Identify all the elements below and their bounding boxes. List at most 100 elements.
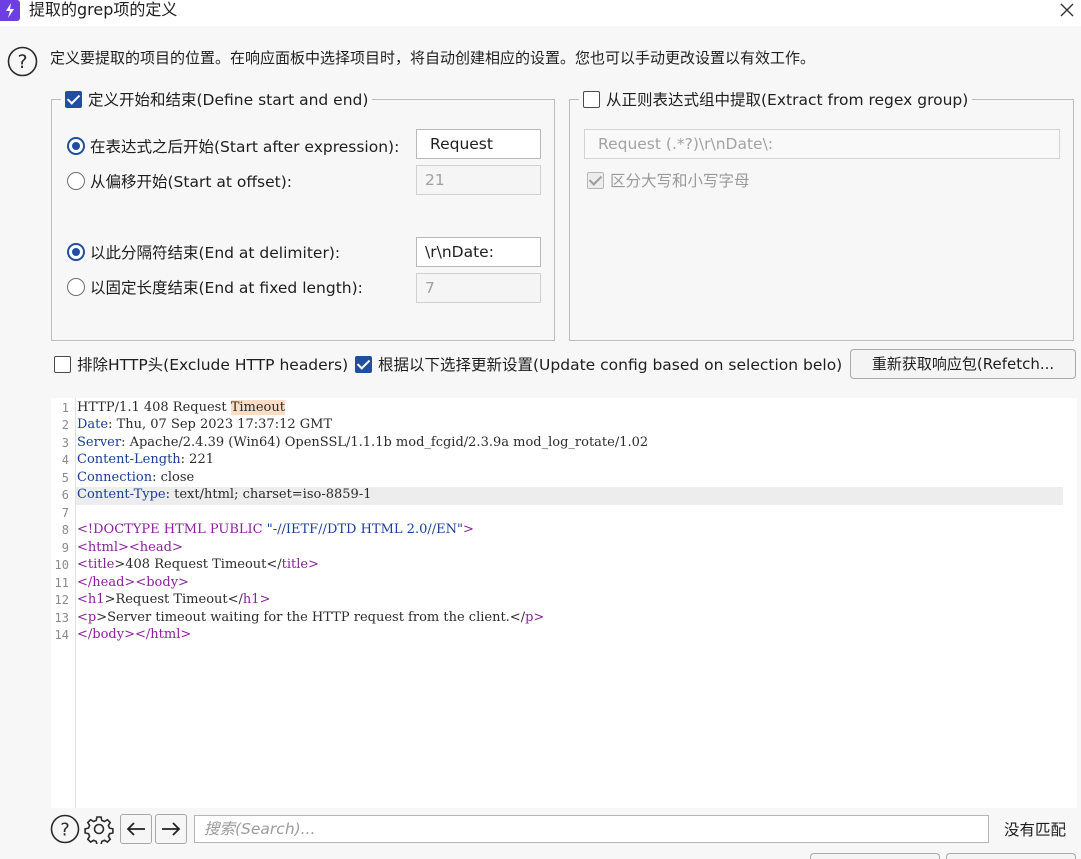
code-line: <html><head> bbox=[77, 540, 183, 555]
code-line: <h1>Request Timeout</h1> bbox=[77, 592, 270, 607]
cancel-button[interactable] bbox=[946, 853, 1076, 859]
line-number: 5 bbox=[61, 471, 69, 485]
window-title: 提取的grep项的定义 bbox=[29, 0, 178, 19]
close-icon[interactable] bbox=[1058, 1, 1076, 19]
header-value: : Apache/2.4.39 (Win64) OpenSSL/1.1.1b m… bbox=[121, 435, 649, 450]
start-after-expression-radio[interactable] bbox=[67, 137, 85, 155]
regex-group-toggle[interactable]: 从正则表达式组中提取(Extract from regex group) bbox=[579, 89, 973, 109]
regex-group-checkbox[interactable] bbox=[583, 90, 600, 108]
help-icon[interactable]: ? bbox=[50, 814, 80, 844]
help-icon[interactable]: ? bbox=[7, 46, 38, 77]
case-sensitive-checkbox[interactable] bbox=[587, 171, 604, 189]
code-line: <!DOCTYPE HTML PUBLIC "-//IETF//DTD HTML… bbox=[77, 522, 474, 537]
svg-text:?: ? bbox=[60, 820, 70, 841]
update-config-option[interactable]: 根据以下选择更新设置(Update config based on select… bbox=[355, 354, 842, 374]
end-delimiter-field[interactable]: \r\nDate: bbox=[416, 237, 541, 267]
update-config-label: 根据以下选择更新设置(Update config based on select… bbox=[378, 356, 843, 374]
code-line: Content-Type: text/html; charset=iso-885… bbox=[77, 487, 371, 502]
tag-name: h1 bbox=[242, 592, 260, 607]
code-line: </body></html> bbox=[77, 627, 191, 642]
next-match-button[interactable] bbox=[155, 814, 187, 844]
tag-name: h1 bbox=[87, 592, 105, 607]
tag-name: title bbox=[87, 557, 115, 572]
end-at-delimiter-label: 以此分隔符结束(End at delimiter): bbox=[90, 244, 341, 262]
tag-bracket: < bbox=[77, 540, 88, 555]
line-number: 6 bbox=[61, 488, 69, 502]
exclude-headers-option[interactable]: 排除HTTP头(Exclude HTTP headers) bbox=[54, 354, 348, 374]
doctype-tag: > bbox=[462, 522, 474, 537]
start-expression-field[interactable]: Request bbox=[416, 129, 541, 159]
tag-name: title bbox=[281, 557, 309, 572]
line-number: 7 bbox=[61, 506, 69, 520]
start-offset-field[interactable]: 21 bbox=[416, 165, 541, 195]
end-fixed-length-field[interactable]: 7 bbox=[416, 273, 541, 303]
tag-bracket: > bbox=[533, 610, 545, 625]
line-number: 14 bbox=[54, 628, 69, 642]
header-key: Server bbox=[77, 435, 122, 450]
tag-bracket: >< bbox=[124, 575, 147, 590]
tag-bracket: >< bbox=[118, 540, 140, 555]
tag-bracket: ></ bbox=[124, 627, 151, 642]
gear-icon[interactable] bbox=[84, 814, 114, 846]
end-at-delimiter-radio[interactable] bbox=[67, 243, 85, 261]
exclude-headers-checkbox[interactable] bbox=[54, 355, 71, 373]
update-config-checkbox[interactable] bbox=[355, 355, 372, 373]
tag-bracket: < bbox=[77, 557, 88, 572]
start-at-offset-radio[interactable] bbox=[67, 172, 85, 190]
header-value: : close bbox=[152, 470, 195, 485]
tag-name: html bbox=[87, 540, 118, 555]
end-at-fixed-length-label: 以固定长度结束(End at fixed length): bbox=[90, 279, 363, 297]
match-status: 没有匹配 bbox=[1004, 821, 1067, 839]
code-text: HTTP/1.1 408 Request bbox=[77, 400, 231, 415]
tag-bracket: </ bbox=[77, 575, 93, 590]
end-at-fixed-length-option[interactable]: 以固定长度结束(End at fixed length): bbox=[67, 277, 363, 297]
case-sensitive-option[interactable]: 区分大写和小写字母 bbox=[587, 170, 750, 190]
tag-bracket: < bbox=[77, 610, 88, 625]
title-bar: 提取的grep项的定义 bbox=[0, 0, 1081, 26]
header-key: Content-Length bbox=[77, 452, 181, 467]
start-after-expression-option[interactable]: 在表达式之后开始(Start after expression): bbox=[67, 136, 399, 156]
line-number: 13 bbox=[54, 611, 69, 625]
response-editor[interactable]: 1 2 3 4 5 6 7 8 9 10 11 12 13 14 HTTP/1.… bbox=[51, 398, 1077, 808]
svg-text:?: ? bbox=[17, 51, 27, 73]
tag-content: >408 Request Timeout</ bbox=[114, 557, 282, 572]
tag-name: body bbox=[92, 627, 125, 642]
regex-field[interactable]: Request (.*?)\r\nDate\: bbox=[584, 129, 1060, 159]
start-at-offset-label: 从偏移开始(Start at offset): bbox=[90, 173, 292, 191]
doctype-string: "-//IETF//DTD HTML 2.0//EN" bbox=[266, 522, 463, 537]
tag-bracket: > bbox=[178, 575, 189, 590]
code-line: HTTP/1.1 408 Request Timeout bbox=[77, 400, 285, 415]
code-line: Content-Length: 221 bbox=[77, 452, 214, 467]
tag-bracket: > bbox=[171, 540, 183, 555]
define-start-end-checkbox[interactable] bbox=[65, 90, 82, 108]
regex-group-label: 从正则表达式组中提取(Extract from regex group) bbox=[606, 91, 969, 109]
ok-button[interactable] bbox=[810, 853, 940, 859]
lightning-icon bbox=[0, 0, 20, 21]
define-start-end-toggle[interactable]: 定义开始和结束(Define start and end) bbox=[61, 89, 373, 109]
tag-bracket: </ bbox=[77, 627, 93, 642]
tag-bracket: > bbox=[180, 627, 192, 642]
line-gutter: 1 2 3 4 5 6 7 8 9 10 11 12 13 14 bbox=[51, 398, 76, 808]
arrow-right-icon bbox=[162, 822, 181, 836]
line-number: 9 bbox=[61, 541, 69, 555]
previous-match-button[interactable] bbox=[120, 814, 152, 844]
code-line: </head><body> bbox=[77, 575, 189, 590]
tag-name: head bbox=[92, 575, 125, 590]
tag-name: p bbox=[87, 610, 97, 625]
search-input[interactable]: 搜索(Search)... bbox=[194, 815, 989, 843]
arrow-left-icon bbox=[126, 822, 145, 836]
case-sensitive-label: 区分大写和小写字母 bbox=[610, 172, 750, 190]
end-at-delimiter-option[interactable]: 以此分隔符结束(End at delimiter): bbox=[67, 242, 340, 262]
line-number: 2 bbox=[61, 418, 69, 432]
tag-bracket: < bbox=[77, 592, 88, 607]
start-at-offset-option[interactable]: 从偏移开始(Start at offset): bbox=[67, 171, 292, 191]
code-line: Date: Thu, 07 Sep 2023 17:37:12 GMT bbox=[77, 417, 332, 432]
end-at-fixed-length-radio[interactable] bbox=[67, 278, 85, 296]
line-number: 12 bbox=[54, 593, 69, 607]
tag-content: >Request Timeout</ bbox=[104, 592, 243, 607]
tag-name: head bbox=[139, 540, 172, 555]
line-number: 10 bbox=[54, 558, 69, 572]
doctype-tag: <!DOCTYPE HTML PUBLIC bbox=[77, 522, 267, 537]
refetch-button[interactable]: 重新获取响应包(Refetch... bbox=[850, 349, 1076, 379]
header-key: Date bbox=[77, 417, 109, 432]
